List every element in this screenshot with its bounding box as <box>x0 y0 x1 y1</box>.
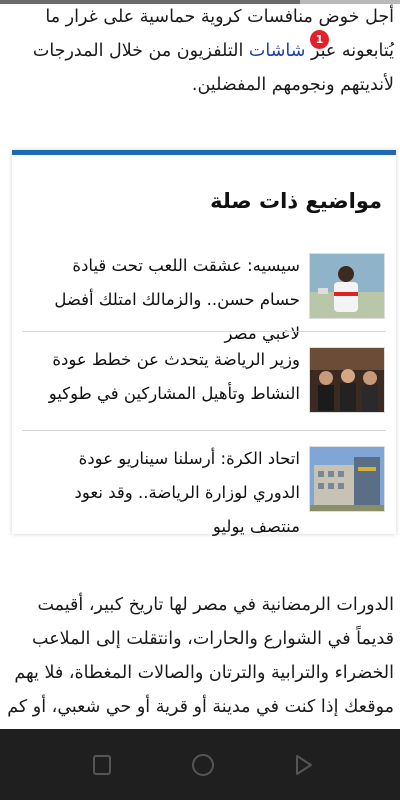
back-icon[interactable] <box>290 751 318 779</box>
related-item-text[interactable]: وزير الرياضة يتحدث عن خطط عودة النشاط وت… <box>30 343 300 411</box>
related-item[interactable]: اتحاد الكرة: أرسلنا سيناريو عودة الدوري … <box>12 430 396 536</box>
related-topics-title: مواضيع ذات صلة <box>210 189 382 213</box>
related-item[interactable]: وزير الرياضة يتحدث عن خطط عودة النشاط وت… <box>12 331 396 431</box>
article-paragraph-1: أجل خوض منافسات كروية حماسية على غرار ما… <box>6 0 394 102</box>
related-thumbnail[interactable] <box>309 253 385 319</box>
related-item[interactable]: سيسيه: عشقت اللعب تحت قيادة حسام حسن.. و… <box>12 237 396 343</box>
related-item-text[interactable]: اتحاد الكرة: أرسلنا سيناريو عودة الدوري … <box>30 442 300 544</box>
related-thumbnail[interactable] <box>309 446 385 512</box>
notification-badge[interactable]: 1 <box>310 30 329 49</box>
article-link[interactable]: شاشات <box>249 41 305 61</box>
recent-apps-icon[interactable] <box>88 751 116 779</box>
system-nav-bar <box>0 729 400 800</box>
related-thumbnail[interactable] <box>309 347 385 413</box>
related-topics-box: مواضيع ذات صلة سيسيه: عشقت اللعب تحت قيا… <box>12 150 396 536</box>
home-icon[interactable] <box>189 751 217 779</box>
